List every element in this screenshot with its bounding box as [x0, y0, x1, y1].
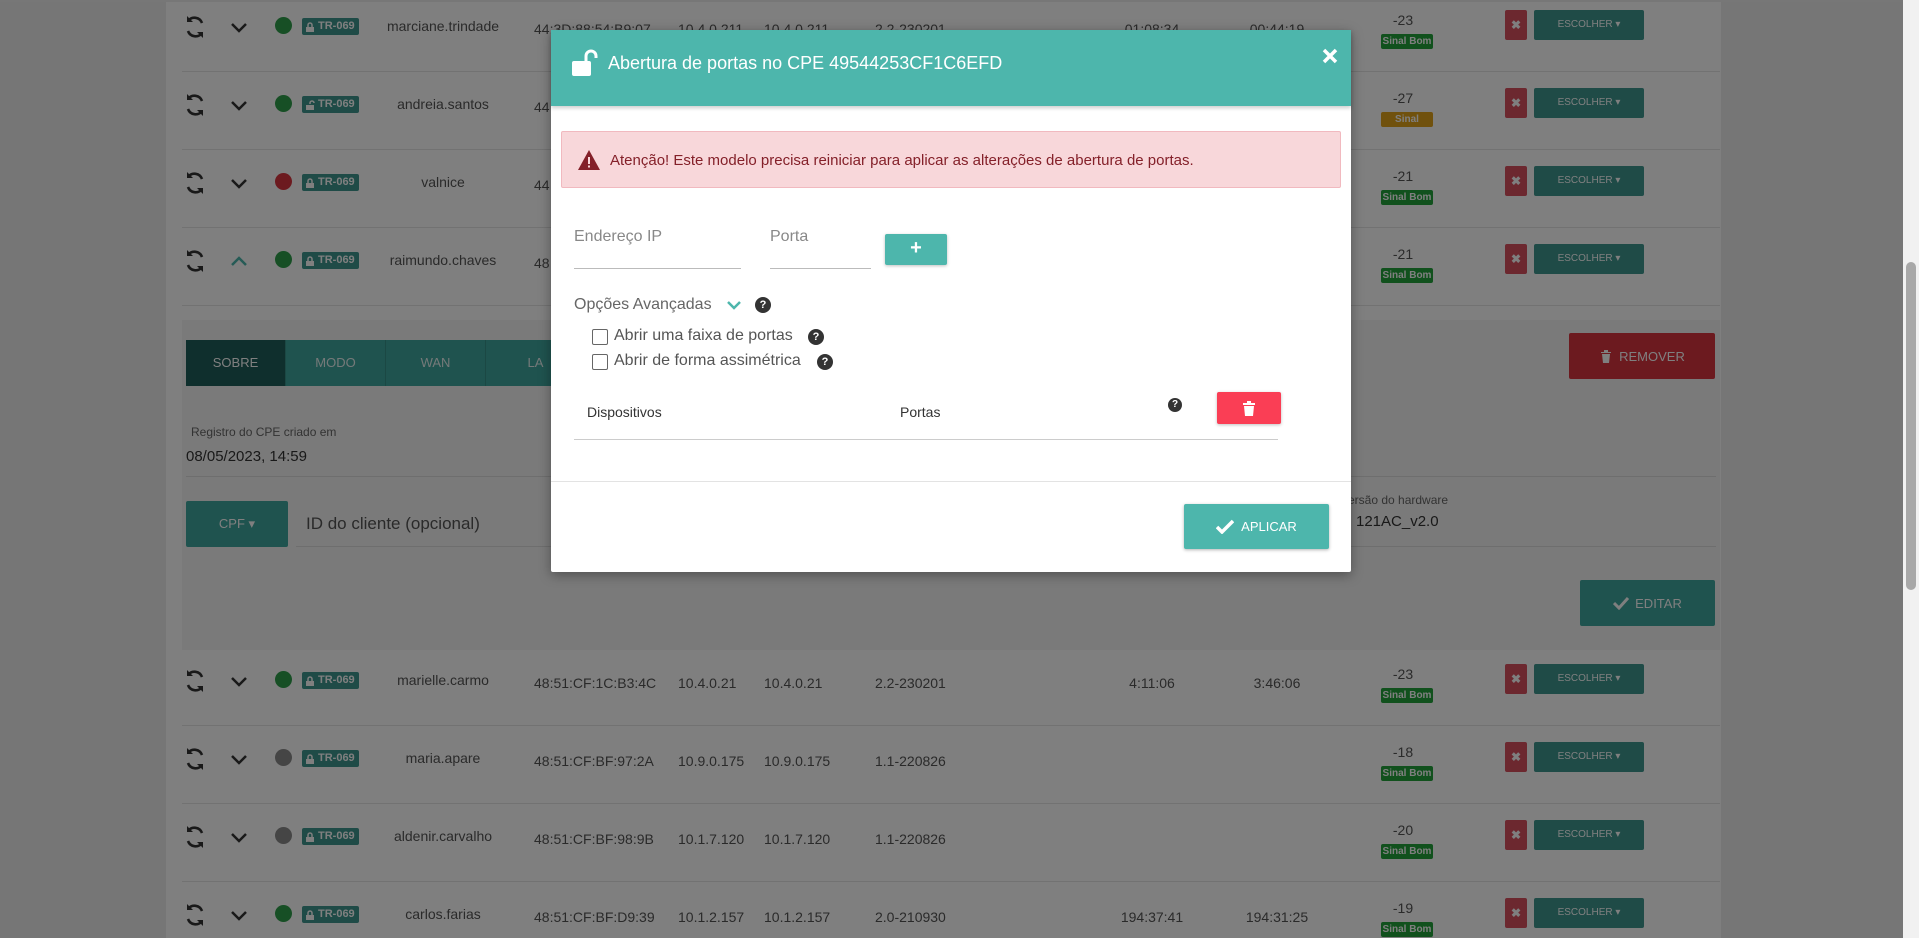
help-icon[interactable]: ? — [1168, 398, 1182, 412]
modal-header: Abertura de portas no CPE 49544253CF1C6E… — [551, 30, 1351, 106]
table-divider — [574, 439, 1278, 440]
apply-button[interactable]: APLICAR — [1184, 504, 1329, 549]
plus-icon: + — [910, 237, 922, 259]
port-input-underline — [770, 268, 871, 269]
help-icon[interactable]: ? — [817, 354, 833, 370]
add-port-button[interactable]: + — [885, 234, 947, 265]
asymmetric-checkbox[interactable] — [592, 354, 608, 370]
unlock-icon — [572, 49, 598, 76]
scrollbar-thumb[interactable] — [1906, 262, 1916, 590]
close-icon[interactable] — [1321, 47, 1339, 65]
delete-all-button[interactable] — [1217, 392, 1281, 424]
check-icon — [1216, 519, 1235, 534]
modal-title: Abertura de portas no CPE 49544253CF1C6E… — [608, 53, 1003, 73]
devices-column-header: Dispositivos — [587, 404, 662, 420]
warning-icon — [578, 150, 600, 170]
chevron-down-icon[interactable] — [725, 296, 743, 314]
help-icon[interactable]: ? — [755, 297, 771, 313]
ip-address-input[interactable]: Endereço IP — [574, 228, 662, 246]
ip-input-underline — [574, 268, 741, 269]
ports-column-header: Portas — [900, 404, 941, 420]
apply-label: APLICAR — [1241, 519, 1297, 534]
asymmetric-label: Abrir de forma assimétrica — [614, 352, 801, 369]
range-ports-label: Abrir uma faixa de portas — [614, 327, 793, 344]
range-ports-checkbox[interactable] — [592, 329, 608, 345]
advanced-options-toggle[interactable]: Opções Avançadas — [574, 296, 712, 314]
help-icon[interactable]: ? — [808, 329, 824, 345]
footer-divider — [551, 481, 1351, 482]
window-top-border — [0, 0, 1919, 2]
alert-text: Atenção! Este modelo precisa reiniciar p… — [610, 152, 1194, 169]
restart-alert: Atenção! Este modelo precisa reiniciar p… — [561, 131, 1341, 188]
port-input[interactable]: Porta — [770, 228, 808, 246]
trash-icon — [1243, 401, 1255, 416]
port-forward-modal: Abertura de portas no CPE 49544253CF1C6E… — [551, 30, 1351, 572]
